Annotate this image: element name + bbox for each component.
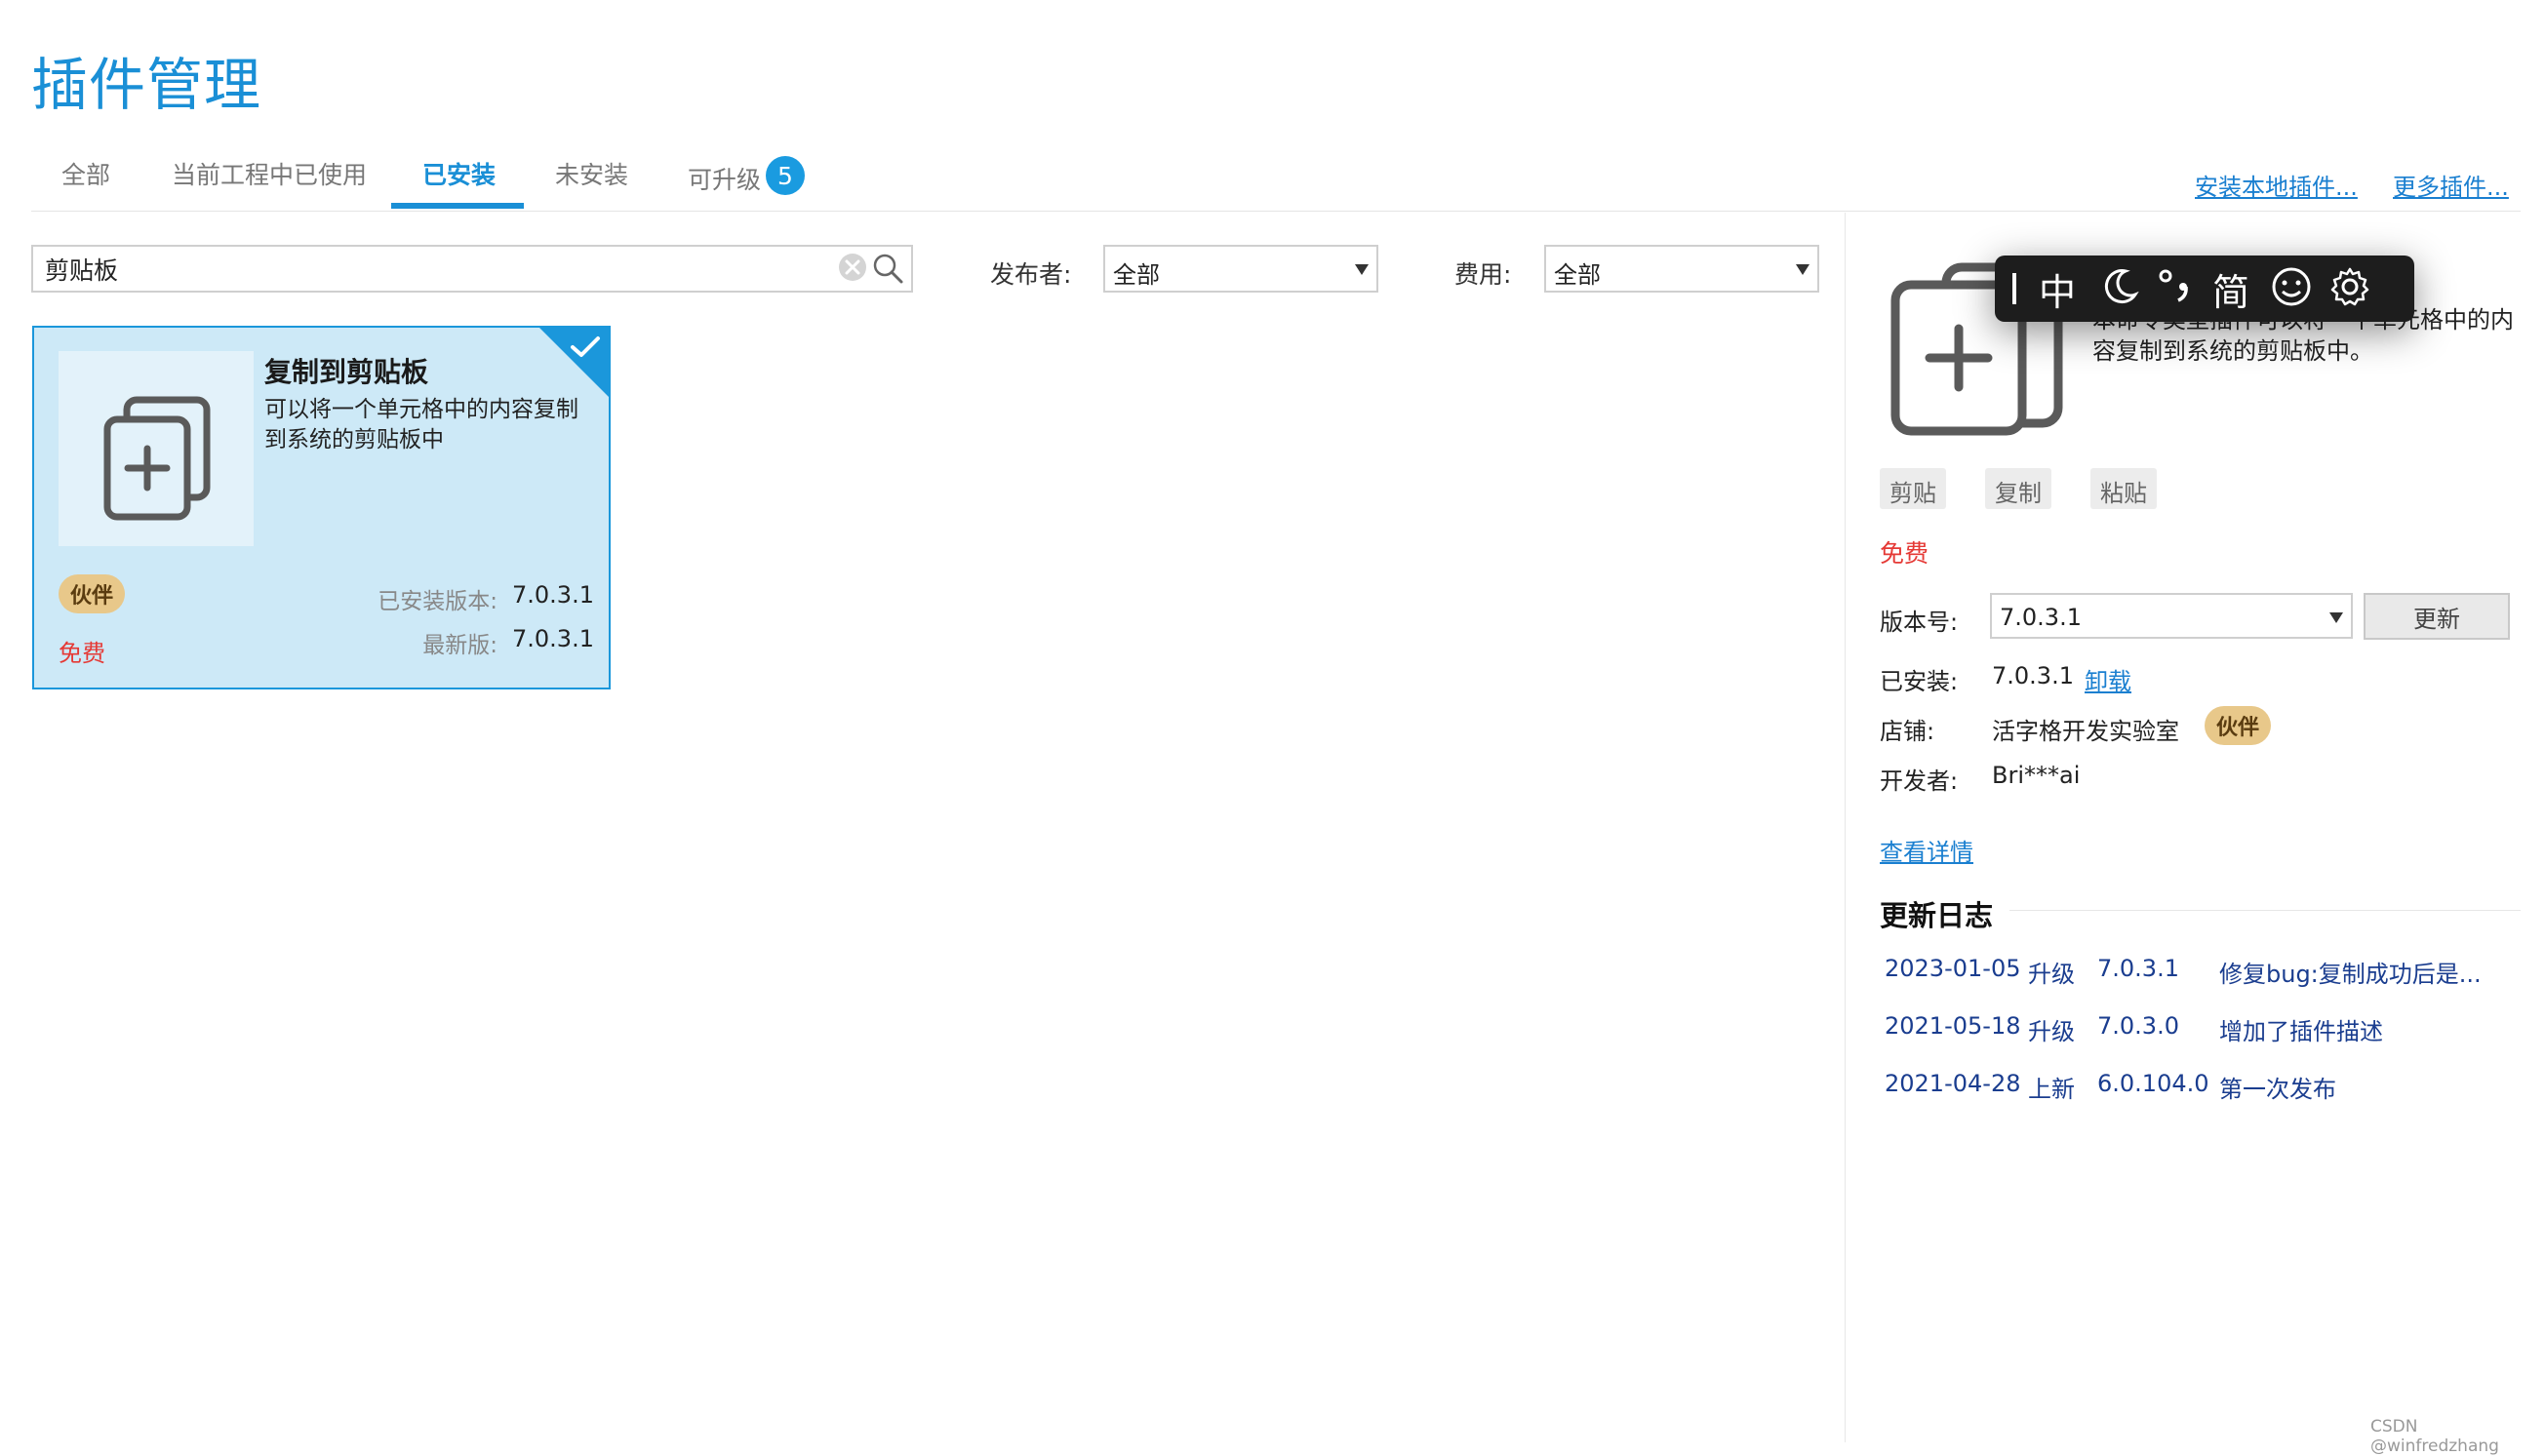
version-select-value: 7.0.3.1 — [2000, 604, 2082, 631]
changelog-note: 修复bug:复制成功后是... — [2219, 961, 2482, 988]
changelog-date: 2021-04-28 — [1885, 1070, 2021, 1097]
update-button[interactable]: 更新 — [2364, 593, 2510, 640]
chevron-down-icon — [1796, 264, 1809, 275]
more-plugins-link[interactable]: 更多插件... — [2393, 168, 2509, 202]
publisher-select-value: 全部 — [1113, 261, 1160, 289]
changelog-version: 7.0.3.1 — [2097, 955, 2179, 982]
uninstall-link[interactable]: 卸载 — [2085, 662, 2131, 696]
tab-all[interactable]: 全部 — [61, 156, 110, 191]
installed-value: 7.0.3.1 — [1992, 662, 2074, 689]
tabs-divider — [31, 211, 2521, 212]
tab-upgradable[interactable]: 可升级 — [688, 161, 761, 196]
changelog-version: 6.0.104.0 — [2097, 1070, 2209, 1097]
view-details-link[interactable]: 查看详情 — [1880, 833, 1973, 867]
changelog-divider — [2009, 910, 2521, 911]
installed-version-label: 已安装版本: — [378, 589, 497, 614]
publisher-select[interactable]: 全部 — [1103, 245, 1378, 293]
changelog-title: 更新日志 — [1880, 899, 1994, 932]
publisher-label: 发布者: — [990, 260, 1072, 289]
active-tab-indicator — [391, 203, 524, 209]
check-icon — [569, 334, 602, 364]
tag-copy[interactable]: 复制 — [1985, 468, 2051, 509]
changelog-note: 增加了插件描述 — [2219, 1018, 2383, 1045]
cost-select-value: 全部 — [1554, 261, 1601, 289]
plugin-card-description: 可以将一个单元格中的内容复制到系统的剪贴板中 — [264, 397, 578, 453]
emoji-icon[interactable] — [2270, 265, 2313, 312]
tag-paste[interactable]: 粘贴 — [2090, 468, 2157, 509]
ime-toolbar: 中 简 — [1995, 256, 2414, 322]
developer-value: Bri***ai — [1992, 762, 2081, 789]
chevron-down-icon — [1355, 264, 1369, 275]
ime-mode-icon[interactable] — [2012, 273, 2016, 304]
punctuation-icon[interactable] — [2157, 265, 2196, 312]
search-icon[interactable] — [871, 252, 904, 289]
plugin-card-title: 复制到剪贴板 — [264, 356, 429, 388]
search-input[interactable] — [45, 254, 825, 285]
changelog-type: 升级 — [2028, 961, 2075, 988]
plugin-card-price: 免费 — [59, 640, 105, 667]
watermark: CSDN @winfredzhang — [2370, 1417, 2499, 1456]
installed-label: 已安装: — [1880, 668, 1959, 695]
changelog-date: 2021-05-18 — [1885, 1012, 2021, 1040]
changelog-type: 升级 — [2028, 1018, 2075, 1045]
store-value: 活字格开发实验室 — [1992, 718, 2179, 745]
moon-icon[interactable] — [2098, 265, 2141, 312]
changelog-note: 第一次发布 — [2219, 1076, 2336, 1103]
changelog-date: 2023-01-05 — [1885, 955, 2021, 982]
detail-panel-divider — [1845, 213, 1846, 1442]
store-label: 店铺: — [1880, 718, 1935, 745]
search-box — [31, 245, 913, 293]
version-label: 版本号: — [1880, 609, 1959, 636]
tab-used-in-project[interactable]: 当前工程中已使用 — [172, 156, 367, 191]
copy-plus-icon — [103, 396, 211, 521]
changelog-type: 上新 — [2028, 1076, 2075, 1103]
latest-version-label: 最新版: — [422, 633, 497, 658]
page-title: 插件管理 — [31, 52, 262, 118]
clear-icon[interactable] — [837, 252, 868, 287]
developer-label: 开发者: — [1880, 767, 1959, 795]
ime-language-toggle[interactable]: 中 — [2036, 262, 2079, 316]
cost-label: 费用: — [1454, 260, 1512, 289]
ime-simplified-toggle[interactable]: 简 — [2209, 262, 2252, 316]
chevron-down-icon — [2329, 612, 2343, 623]
tab-not-installed[interactable]: 未安装 — [555, 156, 628, 191]
latest-version-value: 7.0.3.1 — [512, 625, 594, 652]
version-select[interactable]: 7.0.3.1 — [1990, 593, 2353, 639]
installed-version-value: 7.0.3.1 — [512, 581, 594, 609]
upgrade-count-badge: 5 — [766, 156, 805, 195]
settings-icon[interactable] — [2328, 265, 2371, 312]
store-partner-badge: 伙伴 — [2205, 706, 2272, 745]
install-local-plugin-link[interactable]: 安装本地插件... — [2195, 168, 2358, 202]
plugin-thumbnail — [59, 351, 254, 546]
cost-select[interactable]: 全部 — [1544, 245, 1819, 293]
detail-price: 免费 — [1880, 539, 1929, 568]
tab-installed[interactable]: 已安装 — [422, 156, 496, 191]
changelog-version: 7.0.3.0 — [2097, 1012, 2179, 1040]
partner-badge: 伙伴 — [59, 574, 126, 613]
tag-clip[interactable]: 剪贴 — [1880, 468, 1946, 509]
